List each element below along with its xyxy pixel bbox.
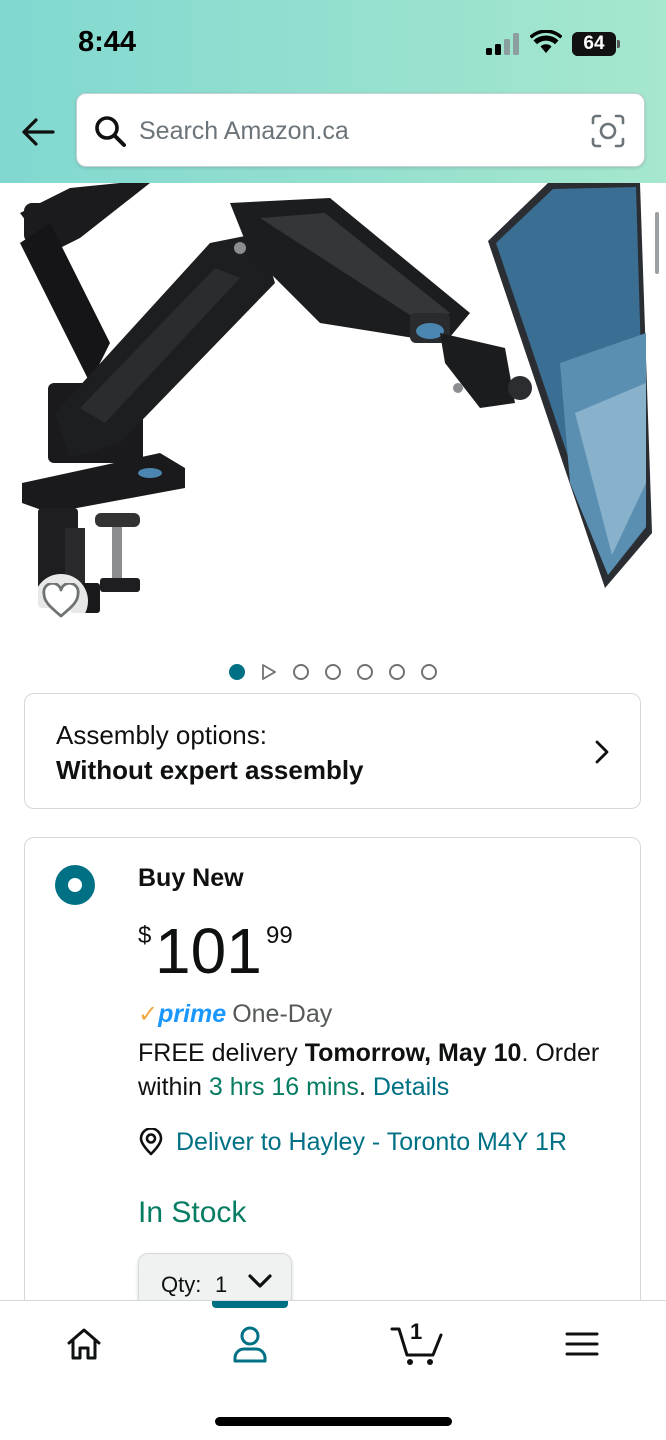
price-symbol: $ <box>138 922 152 949</box>
prime-logo: prime <box>158 999 227 1028</box>
status-time: 8:44 <box>78 26 137 58</box>
location-pin-icon <box>139 1128 163 1156</box>
assembly-options-value: Without expert assembly <box>56 755 364 785</box>
bottom-navigation: 1 <box>0 1300 666 1440</box>
heart-icon <box>42 583 80 618</box>
pagination-dot[interactable] <box>421 664 437 680</box>
battery-level: 64 <box>583 33 605 54</box>
deliver-to-link[interactable]: Deliver to Hayley - Toronto M4Y 1R <box>138 1126 567 1158</box>
top-header: 8:44 64 <box>0 0 666 183</box>
prime-badge: ✓ prime One-Day <box>138 998 332 1030</box>
wifi-icon <box>530 30 562 53</box>
price-whole: 101 <box>155 915 262 987</box>
menu-icon <box>565 1332 599 1356</box>
battery-icon: 64 <box>572 32 620 56</box>
home-indicator <box>215 1417 452 1426</box>
nav-home[interactable] <box>54 1319 114 1369</box>
monitor-arm-illustration <box>20 183 652 613</box>
buy-new-label: Buy New <box>138 864 244 892</box>
price-fraction: 99 <box>266 922 293 949</box>
video-play-icon[interactable] <box>261 664 277 680</box>
search-icon <box>95 116 126 147</box>
nav-menu[interactable] <box>552 1319 612 1369</box>
nav-account[interactable] <box>220 1319 280 1369</box>
deliver-to-text: Deliver to Hayley - Toronto M4Y 1R <box>176 1127 567 1156</box>
wishlist-button[interactable] <box>34 574 88 628</box>
pagination-dot[interactable] <box>357 664 373 680</box>
chevron-right-icon <box>595 740 609 764</box>
delivery-date: Tomorrow, May 10 <box>304 1039 522 1067</box>
product-image[interactable] <box>0 183 666 638</box>
active-tab-indicator <box>212 1301 288 1308</box>
cellular-signal-icon <box>486 33 519 55</box>
details-link[interactable]: Details <box>373 1073 449 1101</box>
home-icon <box>67 1328 101 1360</box>
camera-lens-icon[interactable] <box>591 114 625 148</box>
assembly-options-selector[interactable]: Assembly options: Without expert assembl… <box>24 693 641 809</box>
back-button[interactable] <box>18 112 58 152</box>
pagination-dot[interactable] <box>389 664 405 680</box>
scroll-indicator <box>655 212 659 274</box>
buy-new-radio[interactable] <box>55 865 95 905</box>
search-bar[interactable] <box>76 93 645 167</box>
account-icon <box>233 1326 267 1363</box>
chevron-down-icon <box>248 1274 272 1288</box>
delivery-suffix: . <box>358 1073 373 1101</box>
delivery-prefix: FREE delivery <box>138 1039 305 1067</box>
delivery-message: FREE delivery Tomorrow, May 10. Order wi… <box>138 1036 628 1104</box>
pagination-dot[interactable] <box>325 664 341 680</box>
search-input[interactable] <box>139 110 579 152</box>
prime-speed: One-Day <box>232 999 333 1028</box>
pagination-dot[interactable] <box>293 664 309 680</box>
pagination-dot-active[interactable] <box>229 664 245 680</box>
cart-count-badge: 1 <box>410 1319 423 1344</box>
prime-check-icon: ✓ <box>138 1000 159 1028</box>
quantity-label: Qty: <box>161 1272 202 1297</box>
image-pagination <box>0 660 666 684</box>
delivery-countdown: 3 hrs 16 mins <box>208 1073 359 1101</box>
quantity-value: 1 <box>215 1272 228 1297</box>
stock-status: In Stock <box>138 1196 247 1229</box>
nav-cart[interactable]: 1 <box>384 1319 450 1369</box>
assembly-options-label: Assembly options: <box>56 720 267 750</box>
arrow-left-icon <box>22 118 55 146</box>
